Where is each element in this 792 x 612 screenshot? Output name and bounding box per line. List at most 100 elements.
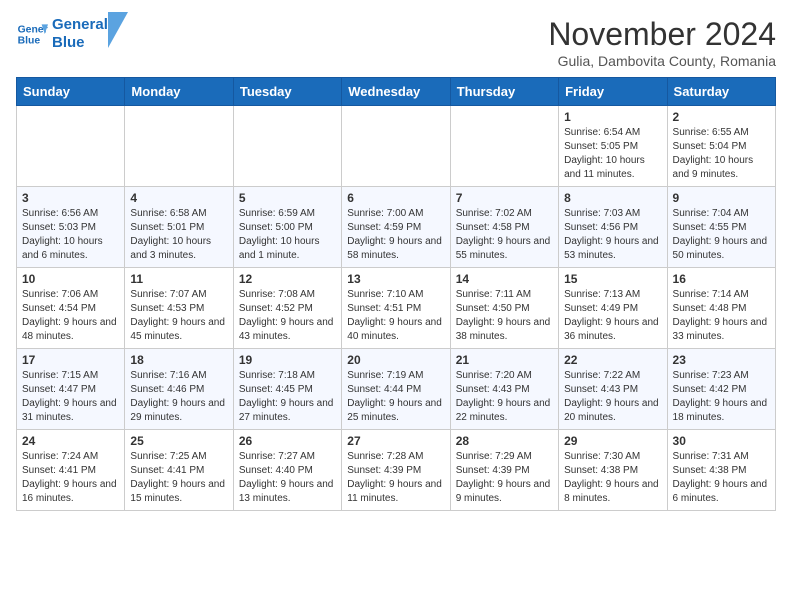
calendar-cell [342, 106, 450, 187]
day-number: 5 [239, 191, 336, 205]
day-number: 1 [564, 110, 661, 124]
calendar-cell: 17 Sunrise: 7:15 AMSunset: 4:47 PMDayligh… [17, 349, 125, 430]
calendar-cell [450, 106, 558, 187]
logo-icon: General Blue [16, 18, 48, 50]
calendar-table: SundayMondayTuesdayWednesdayThursdayFrid… [16, 77, 776, 511]
day-number: 28 [456, 434, 553, 448]
calendar-cell: 8 Sunrise: 7:03 AMSunset: 4:56 PMDaylight… [559, 187, 667, 268]
day-number: 8 [564, 191, 661, 205]
weekday-header-tuesday: Tuesday [233, 78, 341, 106]
calendar-cell: 10 Sunrise: 7:06 AMSunset: 4:54 PMDayligh… [17, 268, 125, 349]
weekday-header-thursday: Thursday [450, 78, 558, 106]
calendar-cell: 12Sunrise: 7:08 AMSunset: 4:52 PMDayligh… [233, 268, 341, 349]
day-number: 6 [347, 191, 444, 205]
calendar-cell: 3 Sunrise: 6:56 AMSunset: 5:03 PMDaylight… [17, 187, 125, 268]
month-year-title: November 2024 [548, 16, 776, 53]
day-number: 24 [22, 434, 119, 448]
calendar-cell: 29 Sunrise: 7:30 AMSunset: 4:38 PMDayligh… [559, 430, 667, 511]
calendar-cell: 21Sunrise: 7:20 AMSunset: 4:43 PMDayligh… [450, 349, 558, 430]
day-number: 17 [22, 353, 119, 367]
calendar-cell [233, 106, 341, 187]
day-info: Sunrise: 7:22 AMSunset: 4:43 PMDaylight:… [564, 369, 661, 425]
day-number: 19 [239, 353, 336, 367]
day-info: Sunrise: 7:02 AMSunset: 4:58 PMDaylight:… [456, 207, 553, 263]
calendar-cell: 1 Sunrise: 6:54 AMSunset: 5:05 PMDaylight… [559, 106, 667, 187]
day-info: Sunrise: 7:00 AMSunset: 4:59 PMDaylight:… [347, 207, 444, 263]
calendar-cell: 22Sunrise: 7:22 AMSunset: 4:43 PMDayligh… [559, 349, 667, 430]
day-number: 3 [22, 191, 119, 205]
day-info: Sunrise: 7:16 AMSunset: 4:46 PMDaylight:… [130, 369, 227, 425]
page-header: General Blue General Blue November 2024 … [16, 16, 776, 69]
calendar-cell: 27Sunrise: 7:28 AMSunset: 4:39 PMDayligh… [342, 430, 450, 511]
calendar-cell: 18 Sunrise: 7:16 AMSunset: 4:46 PMDayligh… [125, 349, 233, 430]
calendar-cell: 30 Sunrise: 7:31 AMSunset: 4:38 PMDayligh… [667, 430, 775, 511]
day-number: 26 [239, 434, 336, 448]
day-info: Sunrise: 7:10 AMSunset: 4:51 PMDaylight:… [347, 288, 444, 344]
calendar-week-row: 24 Sunrise: 7:24 AMSunset: 4:41 PMDayligh… [17, 430, 776, 511]
calendar-cell: 9Sunrise: 7:04 AMSunset: 4:55 PMDaylight… [667, 187, 775, 268]
day-number: 30 [673, 434, 770, 448]
calendar-cell: 15Sunrise: 7:13 AMSunset: 4:49 PMDayligh… [559, 268, 667, 349]
calendar-cell: 16 Sunrise: 7:14 AMSunset: 4:48 PMDayligh… [667, 268, 775, 349]
day-info: Sunrise: 7:27 AMSunset: 4:40 PMDaylight:… [239, 450, 336, 506]
day-number: 16 [673, 272, 770, 286]
day-info: Sunrise: 6:58 AMSunset: 5:01 PMDaylight:… [130, 207, 227, 263]
day-info: Sunrise: 7:15 AMSunset: 4:47 PMDaylight:… [22, 369, 119, 425]
calendar-cell: 4 Sunrise: 6:58 AMSunset: 5:01 PMDaylight… [125, 187, 233, 268]
calendar-week-row: 1 Sunrise: 6:54 AMSunset: 5:05 PMDaylight… [17, 106, 776, 187]
calendar-week-row: 3 Sunrise: 6:56 AMSunset: 5:03 PMDaylight… [17, 187, 776, 268]
svg-text:Blue: Blue [18, 36, 41, 47]
weekday-header-row: SundayMondayTuesdayWednesdayThursdayFrid… [17, 78, 776, 106]
calendar-cell [125, 106, 233, 187]
day-info: Sunrise: 7:24 AMSunset: 4:41 PMDaylight:… [22, 450, 119, 506]
day-number: 4 [130, 191, 227, 205]
day-number: 20 [347, 353, 444, 367]
weekday-header-sunday: Sunday [17, 78, 125, 106]
day-number: 7 [456, 191, 553, 205]
calendar-cell: 7 Sunrise: 7:02 AMSunset: 4:58 PMDaylight… [450, 187, 558, 268]
day-info: Sunrise: 6:55 AMSunset: 5:04 PMDaylight:… [673, 126, 770, 182]
day-number: 25 [130, 434, 227, 448]
weekday-header-monday: Monday [125, 78, 233, 106]
calendar-cell: 24 Sunrise: 7:24 AMSunset: 4:41 PMDayligh… [17, 430, 125, 511]
day-info: Sunrise: 7:29 AMSunset: 4:39 PMDaylight:… [456, 450, 553, 506]
day-info: Sunrise: 7:13 AMSunset: 4:49 PMDaylight:… [564, 288, 661, 344]
day-info: Sunrise: 7:14 AMSunset: 4:48 PMDaylight:… [673, 288, 770, 344]
calendar-cell: 19 Sunrise: 7:18 AMSunset: 4:45 PMDayligh… [233, 349, 341, 430]
day-info: Sunrise: 7:31 AMSunset: 4:38 PMDaylight:… [673, 450, 770, 506]
day-info: Sunrise: 6:54 AMSunset: 5:05 PMDaylight:… [564, 126, 661, 182]
logo-triangle-icon [108, 12, 128, 48]
day-info: Sunrise: 7:19 AMSunset: 4:44 PMDaylight:… [347, 369, 444, 425]
day-number: 10 [22, 272, 119, 286]
calendar-week-row: 17 Sunrise: 7:15 AMSunset: 4:47 PMDayligh… [17, 349, 776, 430]
calendar-header: SundayMondayTuesdayWednesdayThursdayFrid… [17, 78, 776, 106]
logo-blue: Blue [52, 34, 108, 52]
day-info: Sunrise: 7:07 AMSunset: 4:53 PMDaylight:… [130, 288, 227, 344]
day-info: Sunrise: 7:30 AMSunset: 4:38 PMDaylight:… [564, 450, 661, 506]
weekday-header-saturday: Saturday [667, 78, 775, 106]
logo-general: General [52, 16, 108, 34]
day-number: 14 [456, 272, 553, 286]
day-info: Sunrise: 7:06 AMSunset: 4:54 PMDaylight:… [22, 288, 119, 344]
weekday-header-wednesday: Wednesday [342, 78, 450, 106]
day-number: 13 [347, 272, 444, 286]
calendar-cell: 13 Sunrise: 7:10 AMSunset: 4:51 PMDayligh… [342, 268, 450, 349]
calendar-cell: 14Sunrise: 7:11 AMSunset: 4:50 PMDayligh… [450, 268, 558, 349]
location-subtitle: Gulia, Dambovita County, Romania [548, 53, 776, 69]
title-block: November 2024 Gulia, Dambovita County, R… [548, 16, 776, 69]
day-number: 11 [130, 272, 227, 286]
calendar-body: 1 Sunrise: 6:54 AMSunset: 5:05 PMDaylight… [17, 106, 776, 511]
calendar-cell: 25Sunrise: 7:25 AMSunset: 4:41 PMDayligh… [125, 430, 233, 511]
day-info: Sunrise: 7:23 AMSunset: 4:42 PMDaylight:… [673, 369, 770, 425]
day-number: 29 [564, 434, 661, 448]
day-info: Sunrise: 7:18 AMSunset: 4:45 PMDaylight:… [239, 369, 336, 425]
calendar-cell [17, 106, 125, 187]
calendar-cell: 28 Sunrise: 7:29 AMSunset: 4:39 PMDayligh… [450, 430, 558, 511]
day-info: Sunrise: 7:08 AMSunset: 4:52 PMDaylight:… [239, 288, 336, 344]
day-info: Sunrise: 6:56 AMSunset: 5:03 PMDaylight:… [22, 207, 119, 263]
calendar-cell: 20 Sunrise: 7:19 AMSunset: 4:44 PMDayligh… [342, 349, 450, 430]
day-number: 9 [673, 191, 770, 205]
calendar-cell: 11 Sunrise: 7:07 AMSunset: 4:53 PMDayligh… [125, 268, 233, 349]
day-number: 18 [130, 353, 227, 367]
day-info: Sunrise: 7:03 AMSunset: 4:56 PMDaylight:… [564, 207, 661, 263]
